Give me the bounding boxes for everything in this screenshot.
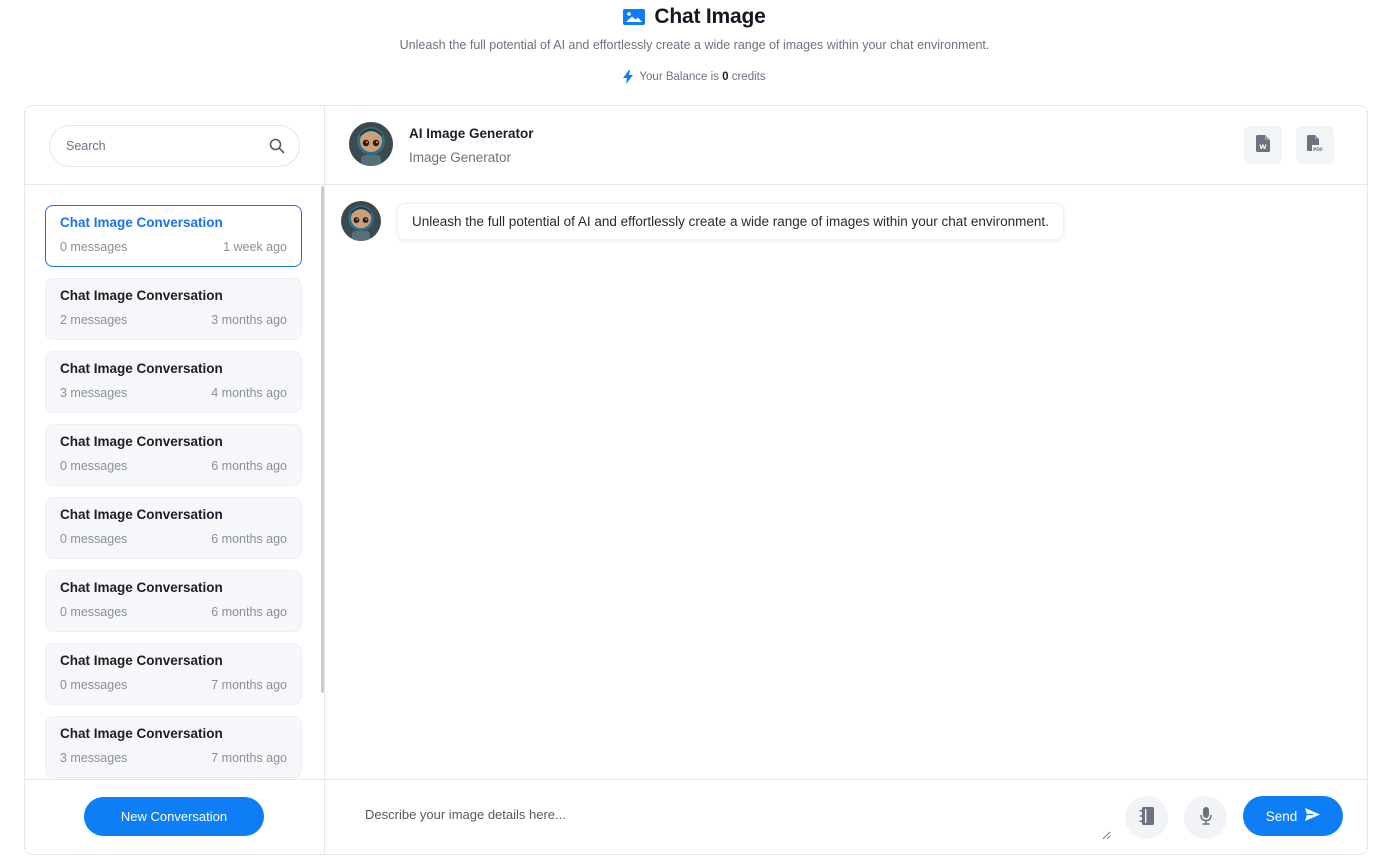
conversation-time: 7 months ago bbox=[211, 678, 287, 692]
message-list: Unleash the full potential of AI and eff… bbox=[325, 186, 1367, 779]
search-icon[interactable] bbox=[269, 138, 285, 154]
conversation-title: Chat Image Conversation bbox=[60, 580, 223, 595]
conversation-list: Chat Image Conversation 0 messages 1 wee… bbox=[25, 186, 324, 779]
conversation-meta: 3 messages 7 months ago bbox=[60, 751, 287, 765]
pdf-file-icon: PDF bbox=[1307, 135, 1323, 155]
chat-app: Chat Image Conversation 0 messages 1 wee… bbox=[24, 105, 1368, 855]
conversation-item[interactable]: Chat Image Conversation 3 messages 7 mon… bbox=[45, 716, 302, 778]
conversation-item[interactable]: Chat Image Conversation 0 messages 7 mon… bbox=[45, 643, 302, 705]
chat-panel: AI Image Generator Image Generator W PDF bbox=[325, 106, 1367, 854]
notebook-icon bbox=[1139, 807, 1155, 828]
bot-avatar bbox=[349, 122, 393, 166]
send-button[interactable]: Send bbox=[1243, 796, 1343, 836]
image-icon bbox=[623, 9, 646, 25]
export-pdf-button[interactable]: PDF bbox=[1296, 126, 1334, 164]
conversation-title: Chat Image Conversation bbox=[60, 434, 223, 449]
sidebar: Chat Image Conversation 0 messages 1 wee… bbox=[25, 106, 325, 854]
conversation-time: 3 months ago bbox=[211, 313, 287, 327]
conversation-message-count: 3 messages bbox=[60, 751, 128, 765]
conversation-item[interactable]: Chat Image Conversation 2 messages 3 mon… bbox=[45, 278, 302, 340]
send-label: Send bbox=[1265, 808, 1298, 824]
conversation-time: 6 months ago bbox=[211, 532, 287, 546]
message-composer: Send bbox=[325, 779, 1367, 854]
conversation-title: Chat Image Conversation bbox=[60, 726, 223, 741]
page-subtitle: Unleash the full potential of AI and eff… bbox=[399, 38, 990, 52]
title-row: Chat Image bbox=[0, 4, 1389, 30]
balance-value: 0 bbox=[722, 71, 729, 83]
voice-input-button[interactable] bbox=[1184, 796, 1227, 839]
bolt-icon bbox=[623, 70, 634, 84]
svg-text:W: W bbox=[1259, 143, 1266, 151]
conversation-meta: 0 messages 6 months ago bbox=[60, 459, 287, 473]
search-input[interactable] bbox=[66, 139, 269, 153]
conversation-title: Chat Image Conversation bbox=[60, 215, 223, 230]
conversation-meta: 0 messages 1 week ago bbox=[60, 240, 287, 254]
page-header: Chat Image Unleash the full potential of… bbox=[0, 0, 1389, 100]
page-title: Chat Image bbox=[654, 5, 766, 28]
conversation-time: 7 months ago bbox=[211, 751, 287, 765]
conversation-item[interactable]: Chat Image Conversation 0 messages 6 mon… bbox=[45, 424, 302, 486]
word-file-icon: W bbox=[1256, 135, 1270, 155]
bot-role: Image Generator bbox=[409, 150, 512, 165]
prompt-library-button[interactable] bbox=[1125, 796, 1168, 839]
conversation-time: 1 week ago bbox=[223, 240, 287, 254]
prompt-input[interactable] bbox=[349, 790, 1111, 840]
balance-info: Your Balance is 0 credits bbox=[0, 70, 1389, 84]
conversation-title: Chat Image Conversation bbox=[60, 361, 223, 376]
new-conversation-button[interactable]: New Conversation bbox=[84, 797, 264, 836]
conversation-time: 6 months ago bbox=[211, 459, 287, 473]
export-word-button[interactable]: W bbox=[1244, 126, 1282, 164]
conversation-title: Chat Image Conversation bbox=[60, 288, 223, 303]
conversation-item[interactable]: Chat Image Conversation 0 messages 6 mon… bbox=[45, 497, 302, 559]
conversation-item[interactable]: Chat Image Conversation 0 messages 6 mon… bbox=[45, 570, 302, 632]
conversation-title: Chat Image Conversation bbox=[60, 653, 223, 668]
conversation-message-count: 0 messages bbox=[60, 678, 128, 692]
conversation-time: 4 months ago bbox=[211, 386, 287, 400]
microphone-icon bbox=[1199, 807, 1212, 828]
send-icon bbox=[1305, 808, 1321, 824]
conversation-meta: 0 messages 6 months ago bbox=[60, 605, 287, 619]
bot-message-bubble: Unleash the full potential of AI and eff… bbox=[397, 203, 1064, 240]
conversation-message-count: 0 messages bbox=[60, 532, 128, 546]
conversation-scrollbar[interactable] bbox=[321, 186, 324, 693]
conversation-meta: 2 messages 3 months ago bbox=[60, 313, 287, 327]
balance-prefix: Your Balance is bbox=[639, 71, 719, 83]
balance-text: Your Balance is 0 credits bbox=[639, 71, 765, 83]
conversation-item[interactable]: Chat Image Conversation 3 messages 4 mon… bbox=[45, 351, 302, 413]
conversation-meta: 0 messages 7 months ago bbox=[60, 678, 287, 692]
conversation-meta: 3 messages 4 months ago bbox=[60, 386, 287, 400]
conversation-message-count: 0 messages bbox=[60, 240, 128, 254]
search-box[interactable] bbox=[49, 125, 300, 167]
conversation-item[interactable]: Chat Image Conversation 0 messages 1 wee… bbox=[45, 205, 302, 267]
sidebar-footer: New Conversation bbox=[25, 779, 324, 854]
search-area bbox=[25, 106, 324, 185]
svg-text:PDF: PDF bbox=[1313, 147, 1323, 152]
conversation-meta: 0 messages 6 months ago bbox=[60, 532, 287, 546]
conversation-message-count: 3 messages bbox=[60, 386, 128, 400]
conversation-message-count: 2 messages bbox=[60, 313, 128, 327]
balance-suffix: credits bbox=[731, 71, 766, 83]
bot-name: AI Image Generator bbox=[409, 126, 534, 141]
conversation-message-count: 0 messages bbox=[60, 605, 128, 619]
conversation-time: 6 months ago bbox=[211, 605, 287, 619]
conversation-message-count: 0 messages bbox=[60, 459, 128, 473]
bot-message-avatar bbox=[341, 201, 381, 241]
chat-header: AI Image Generator Image Generator W PDF bbox=[325, 106, 1367, 185]
conversation-title: Chat Image Conversation bbox=[60, 507, 223, 522]
